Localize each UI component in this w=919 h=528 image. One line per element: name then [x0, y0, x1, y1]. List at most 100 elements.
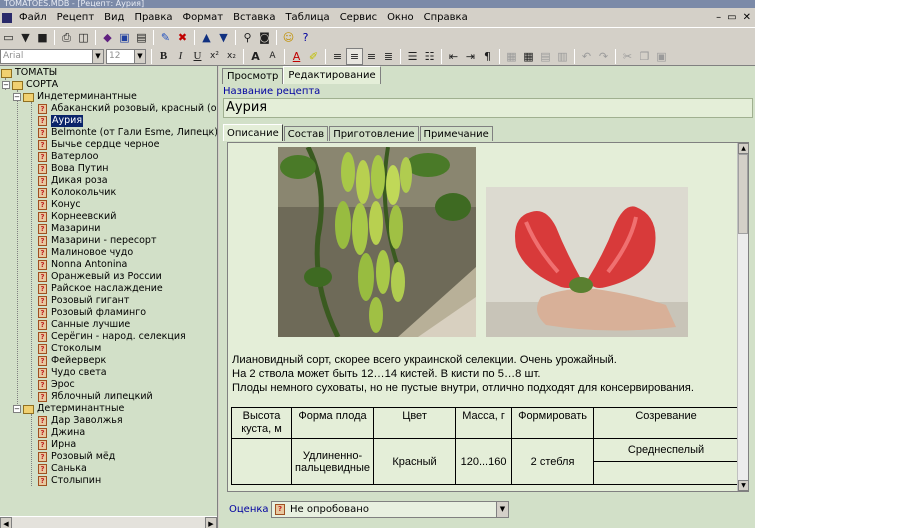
- preview-icon[interactable]: ◫: [75, 29, 92, 46]
- tree-item[interactable]: ? Розовый гигант: [38, 295, 129, 307]
- tree-item[interactable]: ? Belmonte (от Гали Esme, Липецк): [38, 127, 217, 139]
- tree-item[interactable]: ? Мазарини: [38, 223, 100, 235]
- underline-button[interactable]: U: [189, 48, 206, 65]
- tree-item[interactable]: ? Конус: [38, 199, 81, 211]
- close-button[interactable]: ✕: [743, 9, 751, 26]
- align-center-icon[interactable]: ≡: [346, 48, 363, 65]
- scroll-up-icon[interactable]: ▲: [738, 143, 748, 154]
- menu-recipe[interactable]: Рецепт: [52, 9, 100, 26]
- tree-item[interactable]: ? Вова Путин: [38, 163, 108, 175]
- tree-horizontal-scrollbar[interactable]: ◀ ▶: [0, 516, 217, 528]
- align-right-icon[interactable]: ≡: [363, 48, 380, 65]
- tree-item[interactable]: ? Корнеевский: [38, 211, 116, 223]
- tree-node-sorts[interactable]: − СОРТА: [2, 79, 58, 91]
- scroll-right-icon[interactable]: ▶: [205, 517, 217, 528]
- justify-icon[interactable]: ≣: [380, 48, 397, 65]
- table-cell[interactable]: 2 стебля: [511, 438, 595, 485]
- outdent-icon[interactable]: ⇤: [445, 48, 462, 65]
- print-icon[interactable]: ⎙: [58, 29, 75, 46]
- font-size-combo[interactable]: 12 ▼: [106, 49, 146, 64]
- recipe-tree[interactable]: ТОМАТЫ − СОРТА − Индетерминантные ? Абака…: [0, 66, 218, 528]
- arrow-down-icon[interactable]: ▼: [215, 29, 232, 46]
- table-cell[interactable]: 120...160: [455, 438, 513, 485]
- tree-item[interactable]: ? Оранжевый из России: [38, 271, 162, 283]
- copy-icon[interactable]: ❐: [636, 48, 653, 65]
- tree-item[interactable]: ? Чудо света: [38, 367, 107, 379]
- find-icon[interactable]: ⚲: [239, 29, 256, 46]
- tree-item[interactable]: ? Абаканский розовый, красный (о: [38, 103, 217, 115]
- tree-item-selected[interactable]: ? Аурия: [38, 115, 84, 127]
- bold-button[interactable]: B: [155, 48, 172, 65]
- collapse-icon[interactable]: −: [2, 81, 10, 89]
- help-icon[interactable]: ?: [297, 29, 314, 46]
- shrink-font-button[interactable]: A: [264, 48, 281, 65]
- chevron-down-icon[interactable]: ▼: [92, 50, 103, 63]
- tree-item[interactable]: ? Яблочный липецкий: [38, 391, 153, 403]
- table-cell[interactable]: Удлиненно-пальцевидные: [290, 438, 375, 485]
- menu-file[interactable]: Файл: [14, 9, 52, 26]
- minimize-button[interactable]: –: [716, 9, 721, 26]
- tree-item[interactable]: ? Ватерлоо: [38, 151, 98, 163]
- tree-item[interactable]: ? Санька: [38, 463, 87, 475]
- menu-insert[interactable]: Вставка: [228, 9, 280, 26]
- open-icon[interactable]: ▼: [17, 29, 34, 46]
- undo-icon[interactable]: ↶: [578, 48, 595, 65]
- save-icon[interactable]: ■: [34, 29, 51, 46]
- content-vertical-scrollbar[interactable]: ▲ ▼: [737, 143, 748, 491]
- font-color-icon[interactable]: A: [288, 48, 305, 65]
- recipe-name-input[interactable]: Аурия: [223, 98, 753, 118]
- app-icon[interactable]: [2, 12, 12, 23]
- subscript-button[interactable]: x₂: [223, 48, 240, 65]
- tree-item[interactable]: ? Розовый фламинго: [38, 307, 146, 319]
- menu-table[interactable]: Таблица: [280, 9, 334, 26]
- cells-icon[interactable]: ▥: [554, 48, 571, 65]
- new-icon[interactable]: ▭: [0, 29, 17, 46]
- tab-preview[interactable]: Просмотр: [222, 68, 284, 84]
- menu-window[interactable]: Окно: [382, 9, 419, 26]
- tree-item[interactable]: ? Фейерверк: [38, 355, 106, 367]
- menu-view[interactable]: Вид: [99, 9, 129, 26]
- table-cell[interactable]: Среднеспелый: [593, 438, 739, 462]
- tree-item[interactable]: ? Джина: [38, 427, 85, 439]
- indent-icon[interactable]: ⇥: [462, 48, 479, 65]
- restore-button[interactable]: ▭: [727, 9, 736, 26]
- table-cell[interactable]: Красный: [373, 438, 457, 485]
- delete-icon[interactable]: ✖: [174, 29, 191, 46]
- tab-note[interactable]: Примечание: [419, 126, 493, 141]
- menu-help[interactable]: Справка: [419, 9, 473, 26]
- tree-item[interactable]: ? Розовый мёд: [38, 451, 115, 463]
- description-editor[interactable]: Лиановидный сорт, скорее всего украинско…: [227, 142, 749, 492]
- rating-select[interactable]: ? Не опробовано ▼: [271, 501, 509, 518]
- tree-item[interactable]: ? Столыпин: [38, 475, 101, 487]
- scroll-thumb[interactable]: [738, 154, 748, 234]
- book-icon[interactable]: ◆: [99, 29, 116, 46]
- table-icon[interactable]: ▦: [520, 48, 537, 65]
- tab-composition[interactable]: Состав: [283, 126, 329, 141]
- font-name-combo[interactable]: Arial ▼: [0, 49, 104, 64]
- chevron-down-icon[interactable]: ▼: [134, 50, 145, 63]
- cut-icon[interactable]: ✂: [619, 48, 636, 65]
- menu-format[interactable]: Формат: [178, 9, 229, 26]
- collapse-icon[interactable]: −: [13, 405, 21, 413]
- tree-item[interactable]: ? Колокольчик: [38, 187, 116, 199]
- numbering-icon[interactable]: ☷: [421, 48, 438, 65]
- tree-item[interactable]: ? Малиновое чудо: [38, 247, 133, 259]
- tree-node-determinate[interactable]: − Детерминантные: [13, 403, 124, 415]
- tree-item[interactable]: ? Серёгин - народ. селекция: [38, 331, 186, 343]
- page-icon[interactable]: ▤: [133, 29, 150, 46]
- italic-button[interactable]: I: [172, 48, 189, 65]
- tab-description[interactable]: Описание: [223, 124, 283, 141]
- smiley-icon[interactable]: ☺: [280, 29, 297, 46]
- menu-tools[interactable]: Сервис: [335, 9, 382, 26]
- superscript-button[interactable]: x²: [206, 48, 223, 65]
- image-icon[interactable]: ▦: [503, 48, 520, 65]
- grow-font-button[interactable]: A: [247, 48, 264, 65]
- tree-item[interactable]: ? Дикая роза: [38, 175, 108, 187]
- tree-node-indeterminate[interactable]: − Индетерминантные: [13, 91, 137, 103]
- tree-item[interactable]: ? Райское наслаждение: [38, 283, 163, 295]
- table-props-icon[interactable]: ▤: [537, 48, 554, 65]
- tree-item[interactable]: ? Стоколым: [38, 343, 101, 355]
- tree-item[interactable]: ? Мазарини - пересорт: [38, 235, 156, 247]
- table-cell[interactable]: [593, 461, 739, 485]
- scroll-down-icon[interactable]: ▼: [738, 480, 748, 491]
